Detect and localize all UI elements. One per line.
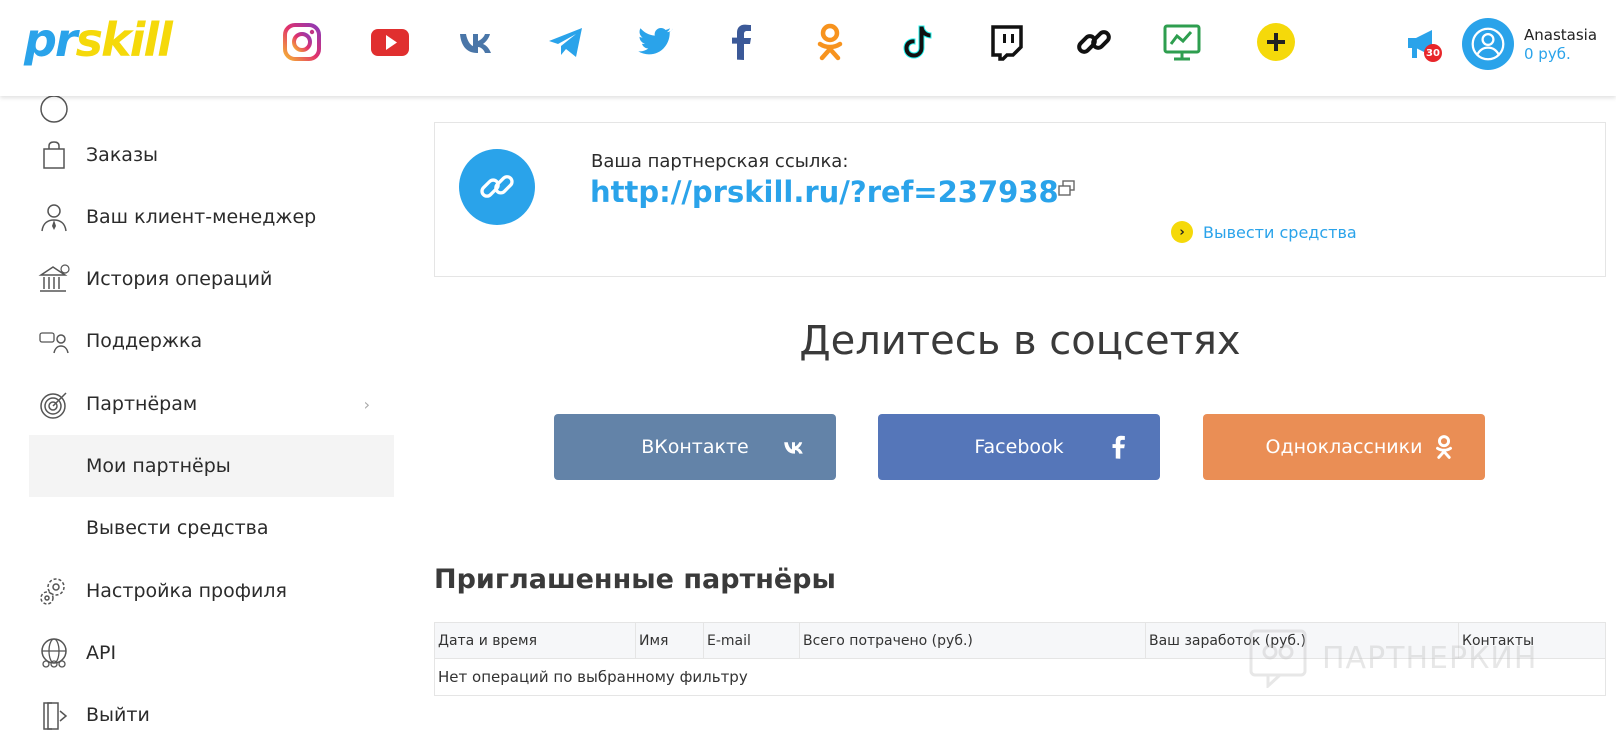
top-header: prskill 30 Anastasia 0 руб. (0, 0, 1616, 96)
share-odnoklassniki-label: Одноклассники (1265, 436, 1423, 458)
bank-icon (37, 262, 71, 296)
sidebar-item-label: Заказы (86, 144, 159, 166)
sidebar-item-history[interactable]: История операций (29, 248, 394, 310)
empty-state-text: Нет операций по выбранному фильтру (438, 668, 748, 686)
sidebar-item-label: Выйти (86, 704, 150, 726)
sidebar-item-withdraw[interactable]: Вывести средства (29, 497, 394, 559)
sidebar-item-label: Мои партнёры (86, 455, 231, 477)
add-icon[interactable] (1254, 20, 1298, 64)
sidebar-item-support[interactable]: Поддержка (29, 310, 394, 372)
referral-link-icon (459, 149, 535, 225)
column-header[interactable]: Дата и время (435, 623, 636, 659)
facebook-icon (1106, 434, 1132, 460)
share-facebook-button[interactable]: Facebook (878, 414, 1160, 480)
share-facebook-label: Facebook (974, 436, 1064, 458)
sidebar-item-label: Поддержка (86, 330, 203, 352)
vk-icon (782, 434, 808, 460)
sidebar-item-label: Настройка профиля (86, 580, 287, 602)
column-header[interactable]: E-mail (704, 623, 800, 659)
prskill-logo[interactable]: prskill (24, 10, 173, 70)
cabinet-icon (37, 92, 71, 126)
watermark-logo-icon (1249, 629, 1307, 688)
sidebar-item-profile-settings[interactable]: Настройка профиля (29, 560, 394, 622)
share-vk-label: ВКонтакте (641, 436, 749, 458)
column-header[interactable]: Имя (636, 623, 704, 659)
sidebar-item-label: API (86, 642, 117, 664)
instagram-icon[interactable] (280, 20, 324, 64)
globe-icon (37, 636, 71, 670)
link-icon[interactable] (1072, 20, 1116, 64)
support-icon (37, 324, 71, 358)
share-vk-button[interactable]: ВКонтакте (554, 414, 836, 480)
gear-icon (37, 574, 71, 608)
withdraw-label: Вывести средства (1203, 222, 1357, 242)
copy-icon[interactable] (1057, 179, 1077, 199)
twitter-icon[interactable] (632, 20, 676, 64)
chevron-right-icon: › (363, 394, 370, 414)
sidebar-item-label: Партнёрам (86, 393, 198, 415)
sidebar-item-my-partners[interactable]: Мои партнёры (29, 435, 394, 497)
facebook-icon[interactable] (720, 20, 764, 64)
sidebar-item-label: Вывести средства (86, 517, 269, 539)
sidebar-item-orders[interactable]: Заказы (29, 124, 394, 186)
sidebar-item-partners[interactable]: Партнёрам › (29, 373, 394, 435)
odnoklassniki-icon[interactable] (808, 20, 852, 64)
user-name[interactable]: Anastasia (1524, 26, 1597, 44)
youtube-icon[interactable] (368, 20, 412, 64)
referral-link[interactable]: http://prskill.ru/?ref=237938 (590, 175, 1059, 209)
vk-icon[interactable] (456, 20, 500, 64)
logo-skill: skill (75, 13, 173, 67)
share-title: Делитесь в соцсетях (799, 318, 1241, 364)
column-header[interactable]: Всего потрачено (руб.) (800, 623, 1146, 659)
referral-card: Ваша партнерская ссылка: http://prskill.… (434, 122, 1606, 277)
sidebar-item-label: История операций (86, 268, 273, 290)
avatar[interactable] (1462, 18, 1514, 70)
sidebar-item-api[interactable]: API (29, 622, 394, 684)
manager-icon (37, 200, 71, 234)
user-balance[interactable]: 0 руб. (1524, 45, 1571, 63)
watermark-text: ПАРТНЕРКИН (1322, 640, 1538, 676)
withdraw-link[interactable]: › Вывести средства (1171, 221, 1357, 243)
target-icon (37, 387, 71, 421)
share-odnoklassniki-button[interactable]: Одноклассники (1203, 414, 1485, 480)
odnoklassniki-icon (1431, 434, 1457, 460)
analytics-icon[interactable] (1160, 20, 1204, 64)
twitch-icon[interactable] (984, 20, 1028, 64)
chevron-right-icon: › (1171, 221, 1193, 243)
sidebar-item-manager[interactable]: Ваш клиент-менеджер (29, 186, 394, 248)
tiktok-icon[interactable] (896, 20, 940, 64)
invited-partners-title: Приглашенные партнёры (434, 564, 836, 595)
watermark: ПАРТНЕРКИН (1248, 628, 1537, 688)
sidebar-item-label: Ваш клиент-менеджер (86, 206, 317, 228)
sidebar: Заказы Ваш клиент-менеджер История опера… (0, 80, 400, 747)
referral-title: Ваша партнерская ссылка: (591, 151, 849, 172)
notification-badge: 30 (1424, 44, 1442, 62)
logo-pr: pr (24, 13, 78, 67)
sidebar-item-logout[interactable]: Выйти (29, 684, 394, 746)
telegram-icon[interactable] (544, 20, 588, 64)
logout-icon (37, 698, 71, 732)
shopping-bag-icon (37, 138, 71, 172)
